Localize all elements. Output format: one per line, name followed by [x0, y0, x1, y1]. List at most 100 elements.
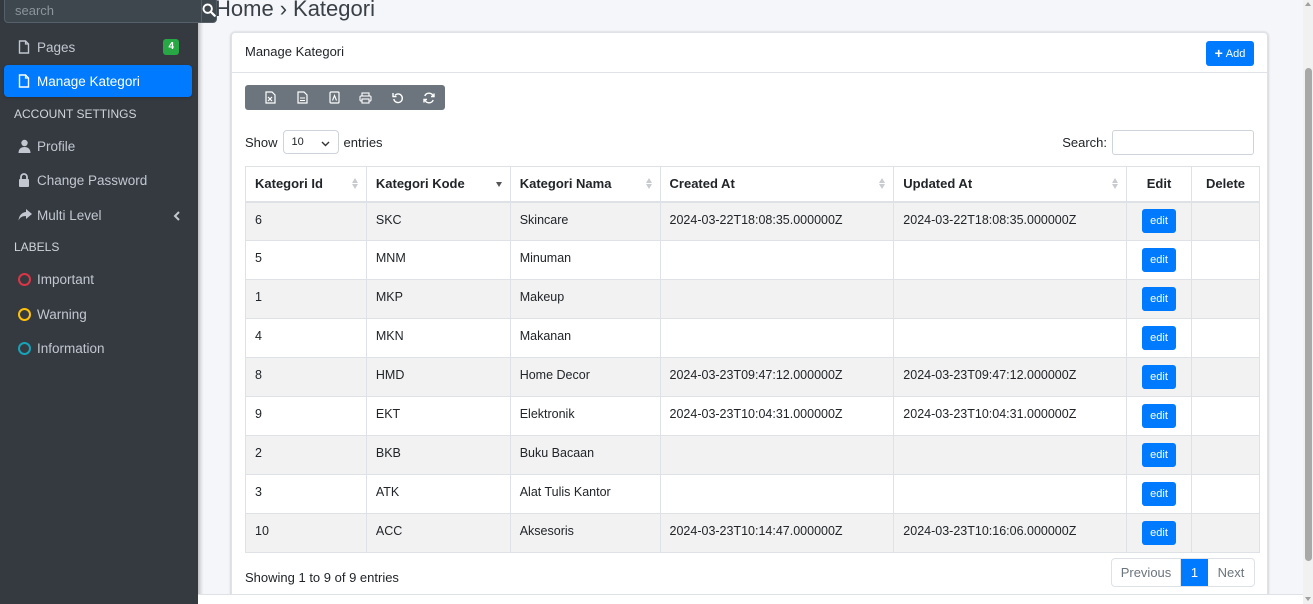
search-label: Search:: [1062, 135, 1107, 150]
breadcrumb: Home › Kategori: [215, 0, 375, 22]
cell-kategori-id: 9: [245, 396, 367, 436]
column-header-kategori-nama[interactable]: Kategori Nama: [509, 166, 661, 203]
cell-kategori-kode: EKT: [365, 396, 511, 436]
edit-button[interactable]: edit: [1142, 248, 1177, 272]
sidebar-item-information[interactable]: Information: [4, 332, 192, 364]
page-1-button[interactable]: 1: [1181, 559, 1208, 586]
cell-kategori-kode: HMD: [365, 357, 511, 397]
cell-kategori-nama: Home Decor: [509, 357, 661, 397]
cell-delete: [1191, 240, 1260, 280]
next-page-button[interactable]: Next: [1208, 559, 1254, 586]
sidebar-item-label: Change Password: [37, 172, 148, 188]
breadcrumb-home[interactable]: Home: [215, 0, 274, 22]
circle-icon: [18, 341, 31, 355]
sidebar-item-label: Important: [37, 271, 95, 287]
user-icon: [18, 139, 36, 153]
sort-desc-icon: [495, 182, 502, 187]
sidebar-item-label: Warning: [37, 306, 87, 322]
page-scrollbar[interactable]: [1303, 0, 1313, 604]
reset-button[interactable]: [382, 85, 414, 110]
cell-kategori-id: 5: [245, 240, 367, 280]
cell-created-at: [659, 279, 895, 319]
show-label: Show: [245, 134, 278, 150]
edit-button[interactable]: edit: [1142, 209, 1177, 234]
pdf-icon: [329, 91, 340, 104]
cell-kategori-nama: Makanan: [509, 318, 661, 358]
edit-button[interactable]: edit: [1142, 326, 1177, 350]
scroll-up-icon: [1305, 2, 1311, 6]
cell-kategori-id: 10: [245, 513, 367, 553]
cell-created-at: 2024-03-23T10:14:47.000000Z: [659, 513, 895, 553]
cell-edit: edit: [1126, 513, 1193, 553]
column-header-created-at[interactable]: Created At: [659, 166, 895, 203]
add-button-label: Add: [1225, 47, 1246, 60]
page-length-select[interactable]: 10: [282, 130, 339, 154]
previous-page-button[interactable]: Previous: [1112, 559, 1181, 586]
circle-icon: [18, 307, 31, 321]
sidebar-item-label: Profile: [37, 138, 76, 154]
sidebar-item-manage-kategori[interactable]: Manage Kategori: [4, 65, 192, 97]
cell-kategori-nama: Elektronik: [509, 396, 661, 436]
cell-edit: edit: [1126, 318, 1193, 358]
cell-updated-at: [893, 240, 1128, 280]
sidebar-item-profile[interactable]: Profile: [4, 130, 192, 162]
sort-icon: [879, 178, 886, 189]
table-search-input[interactable]: [1112, 130, 1254, 155]
column-header-kategori-id[interactable]: Kategori Id: [245, 166, 367, 203]
add-button[interactable]: + Add: [1206, 41, 1254, 66]
column-label: Kategori Id: [255, 176, 323, 192]
edit-button[interactable]: edit: [1142, 287, 1177, 311]
reload-button[interactable]: [413, 85, 445, 110]
page-length-control: Show 10 entries: [245, 130, 383, 154]
sidebar-item-change-password[interactable]: Change Password: [4, 164, 192, 196]
breadcrumb-separator: ›: [279, 0, 288, 21]
entries-label: entries: [343, 134, 383, 150]
sidebar-item-warning[interactable]: Warning: [4, 298, 192, 330]
cell-kategori-id: 4: [245, 318, 367, 358]
cell-kategori-kode: SKC: [365, 201, 511, 241]
cell-kategori-kode: BKB: [365, 435, 511, 475]
file-icon: [18, 40, 36, 54]
table-row: 5 MNM Minuman edit: [245, 240, 1260, 280]
column-header-updated-at[interactable]: Updated At: [893, 166, 1128, 203]
sort-icon: [645, 178, 652, 189]
print-button[interactable]: [350, 85, 382, 110]
cell-created-at: 2024-03-23T10:04:31.000000Z: [659, 396, 895, 436]
cell-delete: [1191, 318, 1260, 358]
pagination: Previous 1 Next: [1111, 558, 1255, 587]
sidebar-search-input[interactable]: [4, 0, 201, 23]
export-excel-button[interactable]: [255, 85, 287, 110]
cell-delete: [1191, 474, 1260, 514]
edit-button[interactable]: edit: [1142, 521, 1177, 545]
sidebar-item-important[interactable]: Important: [4, 263, 192, 295]
cell-kategori-kode: ATK: [365, 474, 511, 514]
edit-button[interactable]: edit: [1142, 404, 1177, 428]
sidebar-search: [4, 0, 217, 23]
cell-kategori-id: 1: [245, 279, 367, 319]
cell-edit: edit: [1126, 396, 1193, 436]
edit-button[interactable]: edit: [1142, 443, 1177, 467]
column-header-kategori-kode[interactable]: Kategori Kode: [365, 166, 511, 203]
cell-updated-at: 2024-03-23T10:16:06.000000Z: [893, 513, 1128, 553]
cell-updated-at: [893, 474, 1128, 514]
export-csv-button[interactable]: [287, 85, 319, 110]
table-body: 6 SKC Skincare 2024-03-22T18:08:35.000000Z 2…: [245, 201, 1260, 553]
sidebar: Pages 4 Manage Kategori ACCOUNT SETTINGS…: [0, 0, 217, 604]
column-label: Updated At: [903, 176, 973, 192]
circle-icon: [18, 272, 31, 286]
plus-icon: +: [1214, 45, 1223, 61]
sidebar-item-pages[interactable]: Pages 4: [4, 31, 192, 63]
cell-edit: edit: [1126, 357, 1193, 397]
edit-button[interactable]: edit: [1142, 365, 1177, 389]
labels-header: LABELS: [14, 240, 60, 254]
column-header-delete: Delete: [1191, 166, 1260, 203]
refresh-icon: [423, 92, 435, 103]
cell-delete: [1191, 357, 1260, 397]
sidebar-item-multi-level[interactable]: Multi Level: [4, 199, 192, 231]
edit-button[interactable]: edit: [1142, 482, 1177, 506]
scrollbar-thumb[interactable]: [1305, 68, 1312, 561]
export-pdf-button[interactable]: [318, 85, 350, 110]
cell-created-at: [659, 474, 895, 514]
cell-updated-at: [893, 435, 1128, 475]
cell-updated-at: [893, 279, 1128, 319]
